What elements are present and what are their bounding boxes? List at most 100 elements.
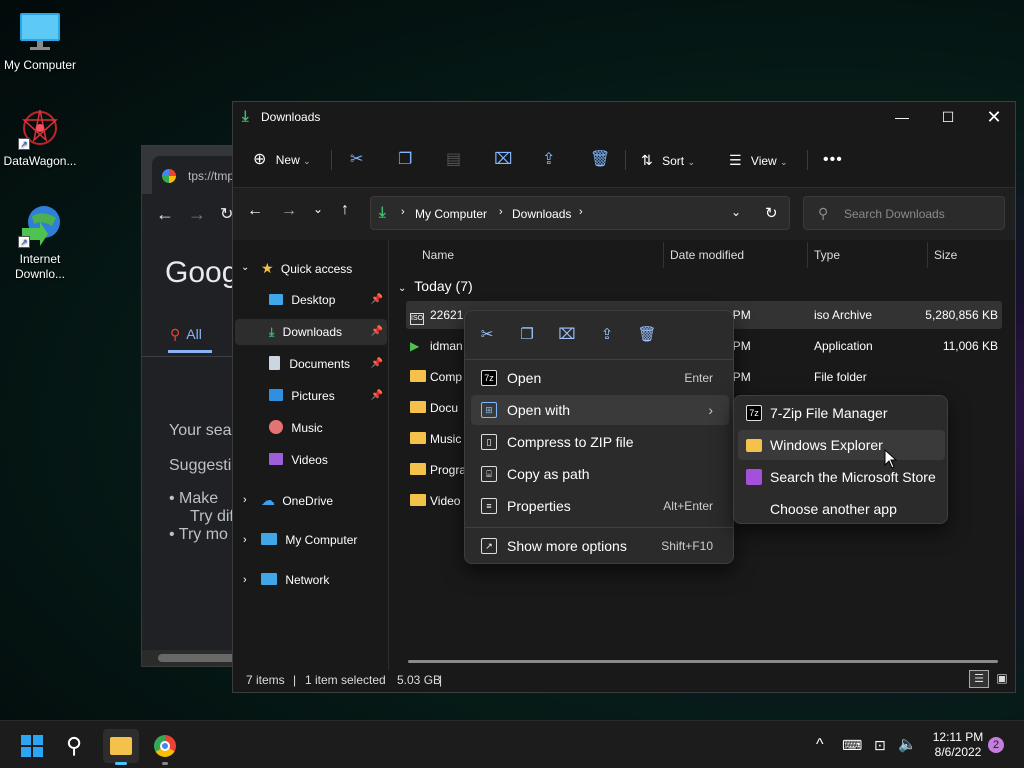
menu-item-show-more-options[interactable]: ↗ Show more options Shift+F10: [471, 531, 729, 561]
nav-quick-access[interactable]: ★ Quick access: [261, 256, 352, 280]
title-bar[interactable]: ⤓ Downloads — ☐ ✕: [233, 102, 1015, 132]
submenu-item-windows-explorer[interactable]: Windows Explorer: [738, 430, 945, 460]
submenu-item-choose-app[interactable]: Choose another app: [738, 494, 945, 524]
desktop-icon-label: DataWagon...: [3, 154, 77, 168]
desktop-icon-datawagon[interactable]: ↗ DataWagon...: [0, 106, 80, 169]
monitor-icon: [261, 533, 277, 545]
desktop-icon-internet-download-manager[interactable]: ↗ Internet Downlo...: [0, 204, 80, 282]
nav-pictures[interactable]: Pictures 📌: [269, 384, 387, 408]
status-size: 5.03 GB: [397, 673, 442, 687]
column-header-name[interactable]: Name: [422, 240, 454, 270]
taskbar-chrome[interactable]: [147, 729, 183, 765]
back-arrow-icon[interactable]: ←: [156, 204, 174, 225]
nav-onedrive[interactable]: ☁ OneDrive: [261, 488, 333, 512]
volume-icon[interactable]: 🔈: [898, 721, 917, 768]
copy-icon[interactable]: ❐: [398, 146, 412, 174]
column-separator[interactable]: [807, 242, 808, 268]
menu-item-compress-zip[interactable]: ▯ Compress to ZIP file: [471, 427, 729, 457]
search-box[interactable]: ⚲ Search Downloads: [803, 196, 1005, 230]
share-icon[interactable]: ⇪: [542, 146, 555, 174]
column-header-size[interactable]: Size: [934, 240, 957, 270]
menu-item-open[interactable]: 7z Open Enter: [471, 363, 729, 393]
open-indicator: [162, 762, 168, 765]
keyboard-icon[interactable]: ⌨: [842, 721, 862, 768]
column-separator[interactable]: [663, 242, 664, 268]
cut-icon[interactable]: ✂: [475, 323, 499, 347]
menu-item-properties[interactable]: ≡ Properties Alt+Enter: [471, 491, 729, 521]
network-icon[interactable]: ⊡: [874, 721, 886, 768]
nav-desktop[interactable]: Desktop 📌: [269, 288, 387, 312]
store-bag-icon: [746, 469, 762, 485]
expand-chevron-icon[interactable]: ›: [243, 568, 247, 592]
group-header[interactable]: ⌄ Today (7): [398, 278, 473, 294]
forward-arrow-icon[interactable]: →: [281, 202, 297, 220]
clock-time: 12:11 PM: [932, 730, 984, 744]
delete-icon[interactable]: 🗑: [635, 323, 659, 347]
menu-item-open-with[interactable]: ⊞ Open with ›: [471, 395, 729, 425]
address-dropdown-icon[interactable]: ⌄: [731, 205, 741, 219]
taskbar-file-explorer[interactable]: [103, 729, 139, 765]
minimize-button[interactable]: —: [879, 102, 925, 132]
menu-item-copy-as-path[interactable]: ⌸ Copy as path: [471, 459, 729, 489]
back-arrow-icon[interactable]: ←: [247, 202, 263, 220]
paste-icon[interactable]: ▤: [446, 146, 461, 174]
column-separator[interactable]: [927, 242, 928, 268]
expand-chevron-icon[interactable]: ›: [243, 528, 247, 552]
iso-file-icon: ISO: [410, 301, 424, 329]
search-button[interactable]: ⚲: [58, 729, 94, 763]
nav-documents[interactable]: Documents 📌: [269, 352, 387, 376]
forward-arrow-icon[interactable]: →: [188, 204, 206, 225]
nav-videos[interactable]: Videos: [269, 448, 328, 472]
close-button[interactable]: ✕: [971, 102, 1017, 132]
up-arrow-icon[interactable]: ↑: [341, 201, 349, 219]
search-icon: ⚲: [66, 733, 83, 758]
submenu-item-label: Choose another app: [770, 501, 897, 517]
expand-chevron-icon[interactable]: ⌄: [241, 256, 249, 280]
expand-chevron-icon[interactable]: ›: [243, 488, 247, 512]
maximize-button[interactable]: ☐: [925, 102, 971, 132]
menu-item-label: Show more options: [507, 538, 627, 554]
properties-icon: ≡: [481, 498, 497, 514]
delete-icon[interactable]: 🗑: [590, 146, 610, 174]
notification-badge[interactable]: 2: [988, 737, 1004, 753]
horizontal-scrollbar[interactable]: [408, 660, 998, 663]
share-icon[interactable]: ⇪: [595, 323, 619, 347]
music-icon: [269, 420, 283, 434]
copy-icon[interactable]: ❐: [515, 323, 539, 347]
chevron-down-icon: ⌄: [398, 283, 407, 294]
sort-button[interactable]: ⇅ Sort ⌄: [641, 146, 695, 174]
rename-icon[interactable]: ⌧: [555, 323, 579, 347]
show-hidden-icons-chevron-icon[interactable]: ^: [816, 721, 824, 768]
start-button[interactable]: [14, 729, 50, 763]
column-header-type[interactable]: Type: [814, 240, 840, 270]
breadcrumb-downloads[interactable]: Downloads: [512, 207, 571, 221]
show-more-icon: ↗: [481, 538, 497, 554]
cut-icon[interactable]: ✂: [350, 146, 363, 174]
tab-all[interactable]: ⚲ All: [170, 326, 202, 343]
rename-icon[interactable]: ⌧: [494, 146, 512, 174]
result-text: Your sea: [169, 422, 232, 439]
more-options-icon[interactable]: •••: [823, 146, 843, 174]
column-header-date[interactable]: Date modified: [670, 240, 744, 270]
recent-locations-chevron-icon[interactable]: ⌄: [313, 202, 323, 216]
nav-network[interactable]: Network: [261, 568, 329, 592]
taskbar: ⚲ ^ ⌨ ⊡ 🔈 12:11 PM 8/6/2022 2: [0, 720, 1024, 768]
details-view-icon[interactable]: ☰: [969, 670, 989, 688]
breadcrumb-my-computer[interactable]: My Computer: [415, 207, 487, 221]
menu-item-label: Copy as path: [507, 466, 590, 482]
view-button[interactable]: ☰ View ⌄: [729, 146, 788, 174]
suggestions-text: Suggesti: [169, 457, 232, 474]
new-button[interactable]: ⊕ New ⌄: [253, 146, 311, 174]
nav-my-computer[interactable]: My Computer: [261, 528, 357, 552]
submenu-item-microsoft-store[interactable]: Search the Microsoft Store: [738, 462, 945, 492]
refresh-icon[interactable]: ↻: [765, 204, 778, 222]
clock[interactable]: 12:11 PM 8/6/2022: [930, 730, 986, 760]
desktop-icon-my-computer[interactable]: My Computer: [0, 10, 80, 73]
nav-downloads[interactable]: ⤓ Downloads 📌: [269, 320, 387, 344]
shortcut-arrow-icon: ↗: [18, 138, 30, 150]
address-bar[interactable]: ⤓ › My Computer › Downloads › ⌄ ↻: [370, 196, 790, 230]
nav-music[interactable]: Music: [269, 416, 323, 440]
pictures-icon: [269, 389, 283, 401]
submenu-item-7zip[interactable]: 7z 7-Zip File Manager: [738, 398, 945, 428]
tiles-view-icon[interactable]: ▣: [993, 670, 1011, 688]
